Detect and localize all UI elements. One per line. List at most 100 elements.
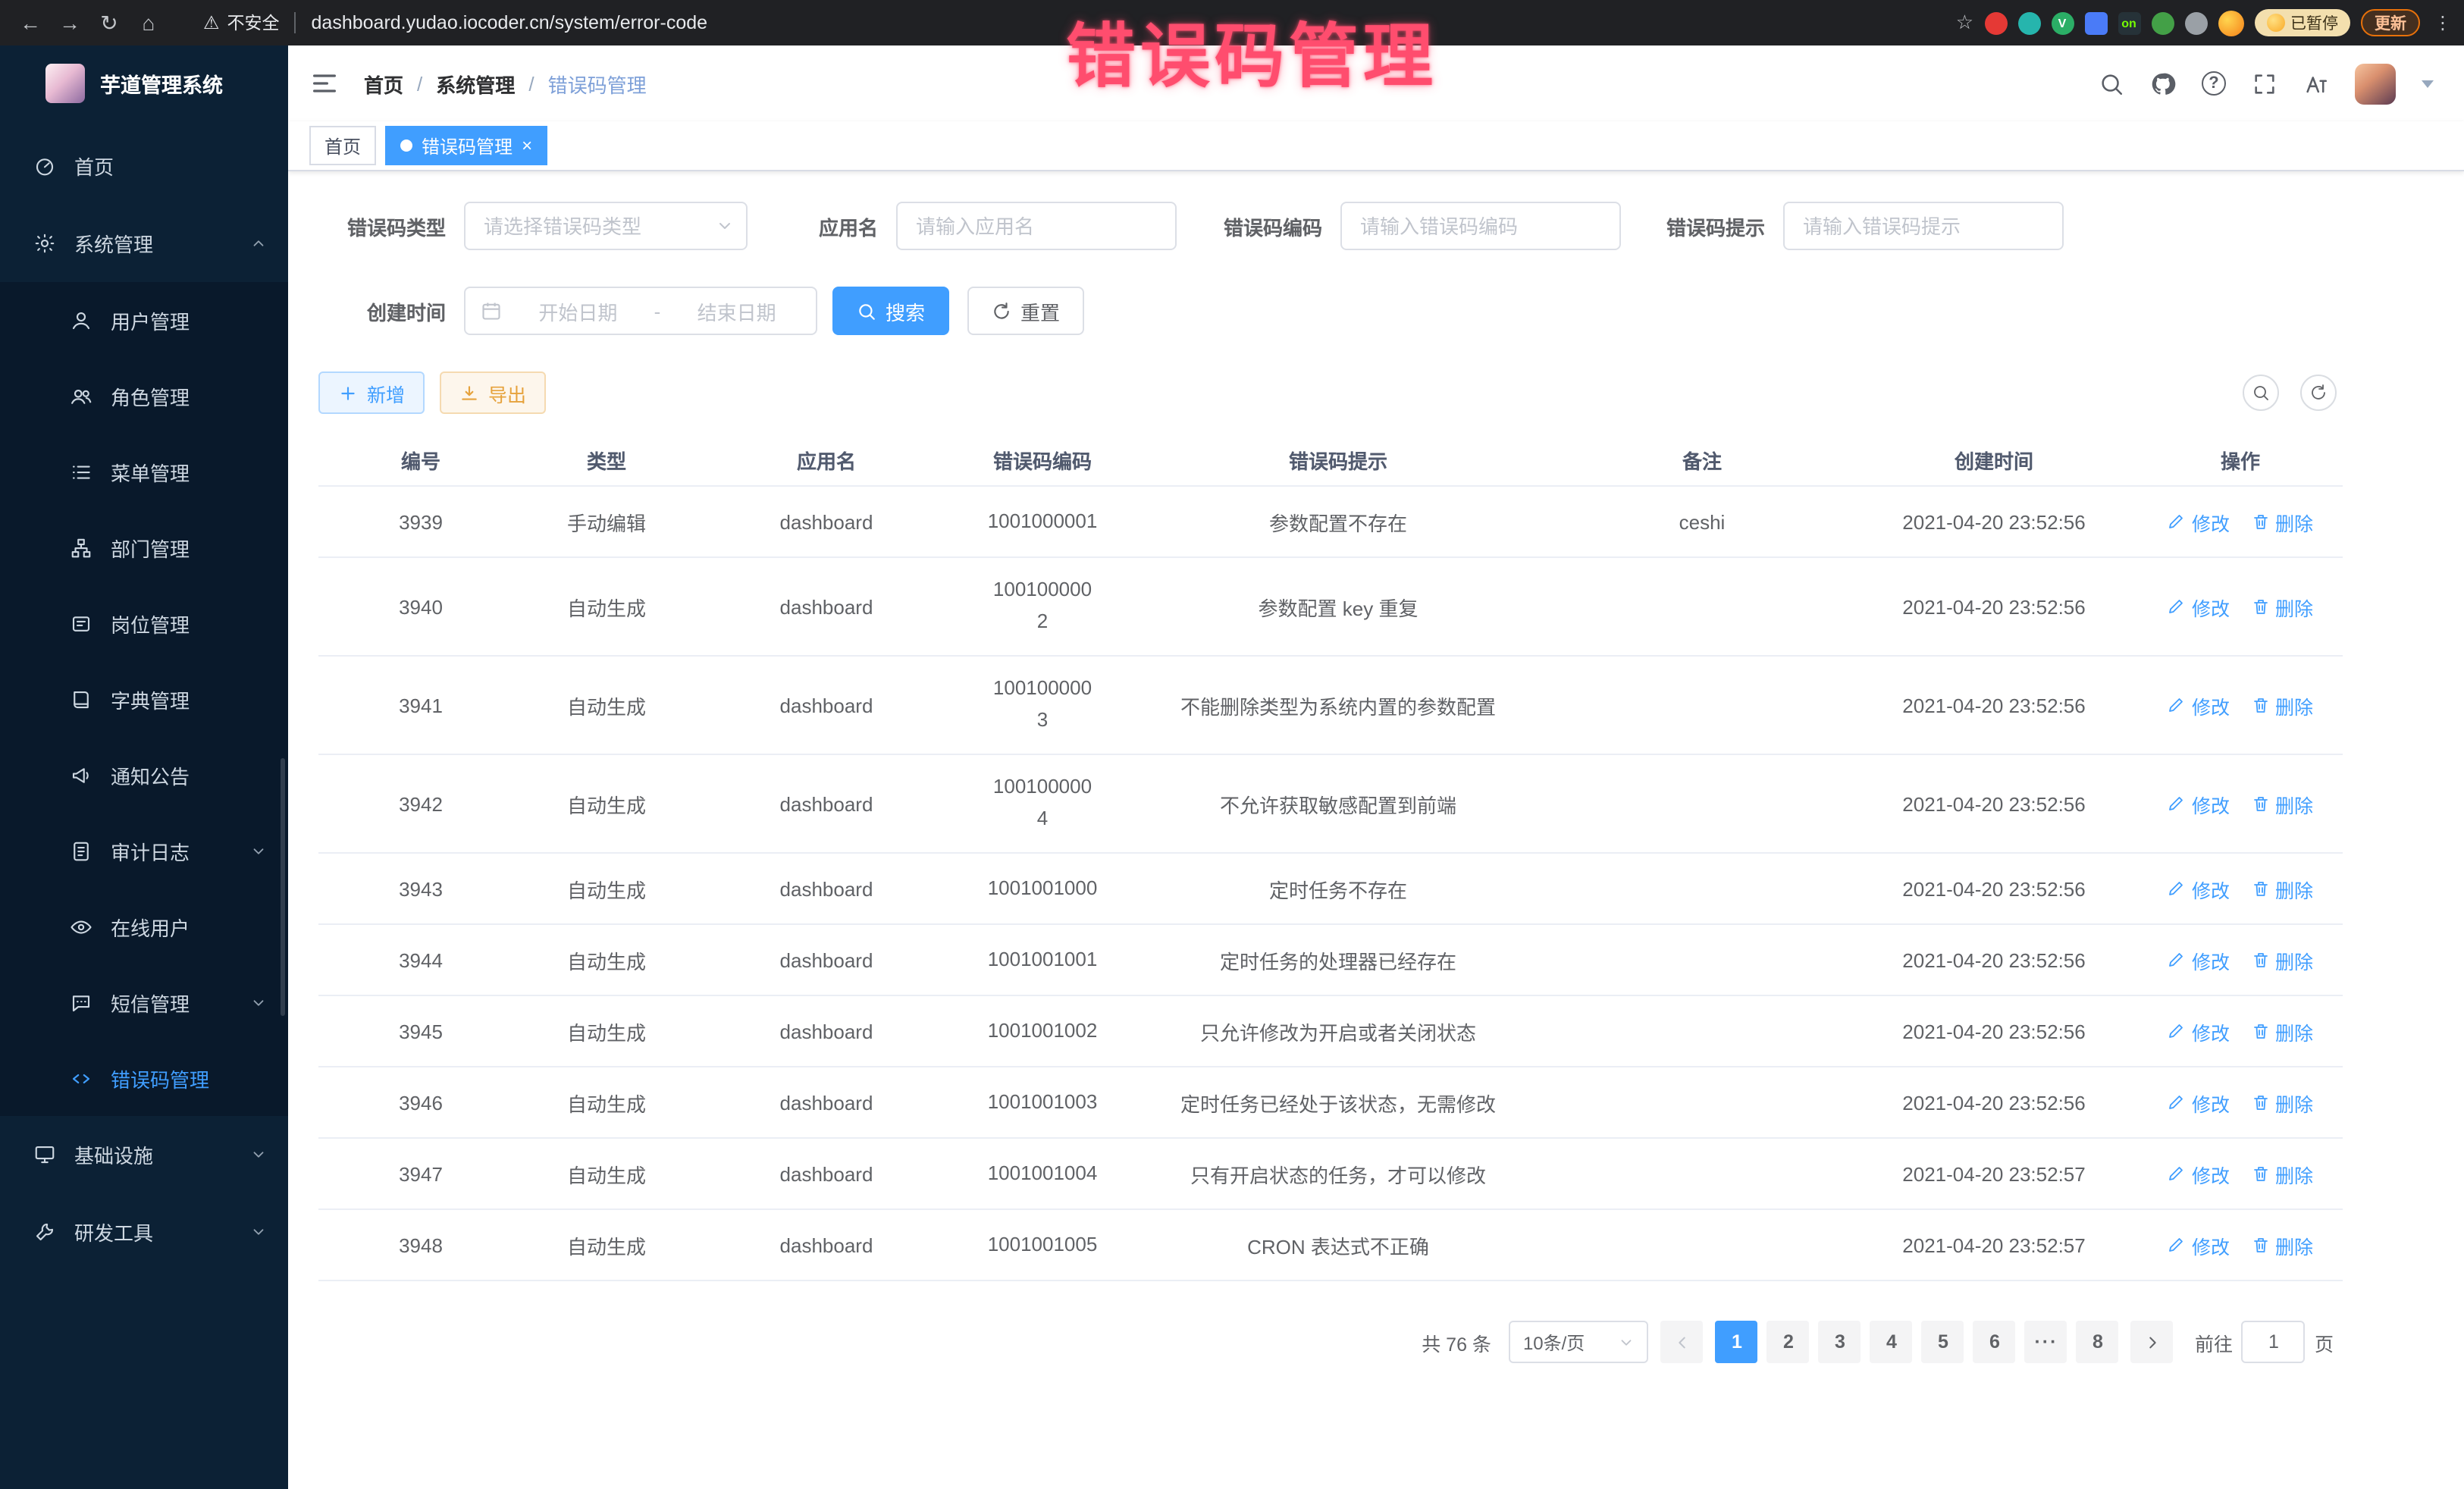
switch-on-extension-icon[interactable]: on xyxy=(2118,11,2140,34)
paused-badge[interactable]: 已暂停 xyxy=(2254,9,2350,36)
page-button-8[interactable]: 8 xyxy=(2077,1321,2119,1363)
sidebar-item-user[interactable]: 用户管理 xyxy=(0,282,288,358)
app-name-input[interactable] xyxy=(896,202,1177,250)
browser-back-icon[interactable]: ← xyxy=(12,5,49,41)
sidebar-item-sms[interactable]: 短信管理 xyxy=(0,964,288,1040)
tab-错误码管理[interactable]: 错误码管理× xyxy=(385,126,547,165)
error-code-input[interactable] xyxy=(1340,202,1621,250)
pagination-ellipsis[interactable]: ··· xyxy=(2025,1321,2067,1363)
refresh-table-button[interactable] xyxy=(2300,375,2337,411)
tab-close-icon[interactable]: × xyxy=(522,136,532,155)
sidebar-item-online[interactable]: 在线用户 xyxy=(0,889,288,964)
page-button-3[interactable]: 3 xyxy=(1819,1321,1861,1363)
paw-extension-icon[interactable] xyxy=(2151,11,2174,34)
sidebar-item-audit[interactable]: 审计日志 xyxy=(0,813,288,889)
delete-link[interactable]: 删除 xyxy=(2251,789,2313,818)
delete-link[interactable]: 删除 xyxy=(2251,1017,2313,1045)
delete-link[interactable]: 删除 xyxy=(2251,1159,2313,1188)
vue-devtools-extension-icon[interactable]: V xyxy=(2051,11,2074,34)
browser-home-icon[interactable]: ⌂ xyxy=(130,5,167,41)
page-button-4[interactable]: 4 xyxy=(1870,1321,1913,1363)
page-button-5[interactable]: 5 xyxy=(1922,1321,1964,1363)
search-icon[interactable] xyxy=(2099,71,2124,96)
edit-link[interactable]: 修改 xyxy=(2168,507,2230,536)
export-button[interactable]: 导出 xyxy=(440,371,546,414)
search-button[interactable]: 搜索 xyxy=(832,287,949,335)
delete-link[interactable]: 删除 xyxy=(2251,691,2313,719)
edit-link[interactable]: 修改 xyxy=(2168,1088,2230,1117)
help-icon[interactable]: ? xyxy=(2202,71,2226,96)
sidebar-item-errcode[interactable]: 错误码管理 xyxy=(0,1040,288,1116)
cell-time: 2021-04-20 23:52:56 xyxy=(1850,688,2138,723)
delete-link[interactable]: 删除 xyxy=(2251,507,2313,536)
sidebar-item-dict[interactable]: 字典管理 xyxy=(0,661,288,737)
delete-link[interactable]: 删除 xyxy=(2251,592,2313,621)
delete-link[interactable]: 删除 xyxy=(2251,874,2313,903)
url-text[interactable]: dashboard.yudao.iocoder.cn/system/error-… xyxy=(312,12,708,33)
address-bar[interactable]: ⚠ 不安全 dashboard.yudao.iocoder.cn/system/… xyxy=(203,11,1938,35)
sidebar-item-post[interactable]: 岗位管理 xyxy=(0,585,288,661)
goto-page-input[interactable] xyxy=(2242,1321,2306,1363)
edit-link[interactable]: 修改 xyxy=(2168,874,2230,903)
sidebar-item-system[interactable]: 系统管理 xyxy=(0,205,288,282)
reset-button[interactable]: 重置 xyxy=(967,287,1084,335)
delete-link[interactable]: 删除 xyxy=(2251,1088,2313,1117)
sidebar-item-dept[interactable]: 部门管理 xyxy=(0,509,288,585)
page-button-2[interactable]: 2 xyxy=(1767,1321,1810,1363)
github-icon[interactable] xyxy=(2150,71,2176,96)
user-avatar[interactable] xyxy=(2355,63,2396,104)
edit-link[interactable]: 修改 xyxy=(2168,1230,2230,1259)
font-size-icon[interactable] xyxy=(2303,71,2329,96)
browser-profile-avatar[interactable] xyxy=(2218,10,2243,36)
error-type-select[interactable] xyxy=(464,202,748,250)
error-hint-input[interactable] xyxy=(1783,202,2064,250)
sidebar-item-menu[interactable]: 菜单管理 xyxy=(0,434,288,509)
update-button[interactable]: 更新 xyxy=(2361,9,2420,36)
sidebar-item-infra[interactable]: 基础设施 xyxy=(0,1116,288,1193)
breadcrumb-item[interactable]: 系统管理 xyxy=(436,69,515,98)
sidebar-item-notice[interactable]: 通知公告 xyxy=(0,737,288,813)
toggle-search-button[interactable] xyxy=(2243,375,2279,411)
create-time-range-picker[interactable]: 开始日期 - 结束日期 xyxy=(464,287,817,335)
error-hint-field[interactable] xyxy=(1783,202,2064,250)
breadcrumb-item[interactable]: 首页 xyxy=(364,69,403,98)
app-name-field[interactable] xyxy=(896,202,1177,250)
hamburger-icon[interactable] xyxy=(309,68,340,99)
bookmark-star-icon[interactable]: ☆ xyxy=(1956,11,1973,35)
avatar-caret-icon[interactable] xyxy=(2422,80,2434,87)
cell-id: 3944 xyxy=(318,942,523,977)
next-page-button[interactable] xyxy=(2131,1321,2174,1363)
prev-page-button[interactable] xyxy=(1661,1321,1704,1363)
color-drop-extension-icon[interactable] xyxy=(2017,11,2040,34)
breadcrumb-item[interactable]: 错误码管理 xyxy=(548,69,647,98)
edit-link[interactable]: 修改 xyxy=(2168,691,2230,719)
cell-time: 2021-04-20 23:52:56 xyxy=(1850,786,2138,821)
delete-link[interactable]: 删除 xyxy=(2251,945,2313,974)
sidebar-item-devtool[interactable]: 研发工具 xyxy=(0,1193,288,1271)
browser-reload-icon[interactable]: ↻ xyxy=(91,5,127,41)
page-size-select[interactable]: 10条/页 xyxy=(1509,1321,1649,1363)
error-type-select-input[interactable] xyxy=(464,202,748,250)
page-button-6[interactable]: 6 xyxy=(1973,1321,2016,1363)
edit-link[interactable]: 修改 xyxy=(2168,592,2230,621)
page-button-1[interactable]: 1 xyxy=(1716,1321,1758,1363)
fullscreen-icon[interactable] xyxy=(2252,71,2277,96)
sidebar-item-role[interactable]: 角色管理 xyxy=(0,358,288,434)
error-code-field[interactable] xyxy=(1340,202,1621,250)
browser-menu-icon[interactable]: ⋮ xyxy=(2434,12,2452,33)
browser-forward-icon[interactable]: → xyxy=(52,5,88,41)
sidebar-item-home[interactable]: 首页 xyxy=(0,127,288,205)
puzzle-extension-icon[interactable] xyxy=(2184,11,2207,34)
app-logo[interactable]: 芋道管理系统 xyxy=(0,45,288,121)
edit-link[interactable]: 修改 xyxy=(2168,1017,2230,1045)
grid-extension-icon[interactable] xyxy=(2084,11,2107,34)
edit-link[interactable]: 修改 xyxy=(2168,945,2230,974)
not-secure-label[interactable]: 不安全 xyxy=(227,11,280,35)
recorder-extension-icon[interactable] xyxy=(1984,11,2007,34)
paused-emoji-icon xyxy=(2266,14,2284,32)
edit-link[interactable]: 修改 xyxy=(2168,1159,2230,1188)
edit-link[interactable]: 修改 xyxy=(2168,789,2230,818)
add-button[interactable]: 新增 xyxy=(318,371,425,414)
tab-首页[interactable]: 首页 xyxy=(309,126,376,165)
delete-link[interactable]: 删除 xyxy=(2251,1230,2313,1259)
